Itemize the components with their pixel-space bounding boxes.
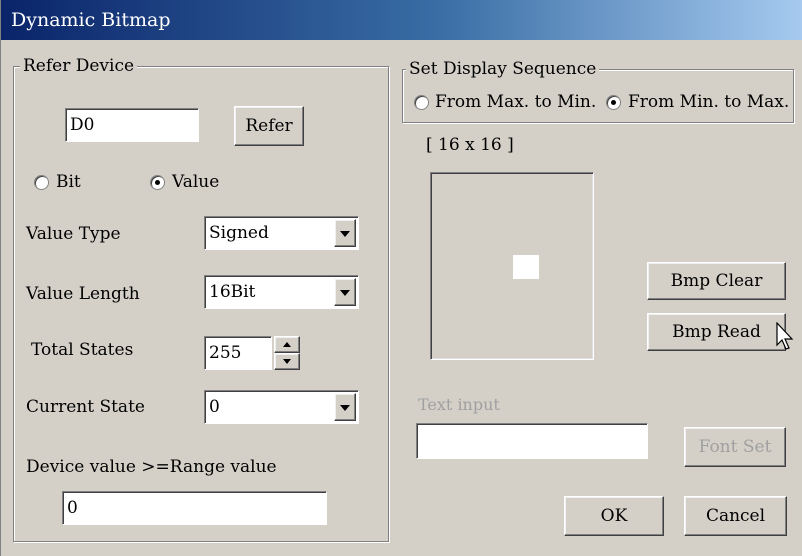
refer-button[interactable]: Refer <box>234 106 304 146</box>
current-state-select[interactable]: 0 <box>204 390 359 424</box>
value-radio-selected-dot <box>155 180 160 185</box>
bmp-clear-label: Bmp Clear <box>670 271 763 291</box>
chevron-down-icon <box>340 405 350 411</box>
text-input-label: Text input <box>418 395 500 414</box>
cancel-button[interactable]: Cancel <box>684 496 787 536</box>
value-type-label: Value Type <box>26 224 121 244</box>
bmp-clear-button[interactable]: Bmp Clear <box>647 262 786 300</box>
bit-radio-label: Bit <box>56 172 81 192</box>
mouse-cursor-icon <box>776 322 794 350</box>
value-length-select[interactable]: 16Bit <box>204 275 359 309</box>
bit-radio[interactable] <box>34 175 49 190</box>
current-state-label: Current State <box>26 397 145 417</box>
bmp-read-label: Bmp Read <box>672 322 761 342</box>
value-type-dropdown-button[interactable] <box>334 219 356 247</box>
window-title: Dynamic Bitmap <box>11 9 171 31</box>
value-radio[interactable] <box>150 175 165 190</box>
arrow-up-icon <box>283 342 291 347</box>
arrow-down-icon <box>283 359 291 364</box>
value-type-selected: Signed <box>209 223 269 243</box>
dynamic-bitmap-dialog: Dynamic Bitmap Refer Device D0 Refer Bit… <box>0 0 802 556</box>
title-bar[interactable]: Dynamic Bitmap <box>1 0 802 40</box>
range-value-text: 0 <box>67 498 78 518</box>
ok-label: OK <box>600 506 628 526</box>
total-states-label: Total States <box>31 340 134 360</box>
bitmap-preview[interactable] <box>430 172 594 360</box>
min-to-max-label: From Min. to Max. <box>628 92 790 112</box>
value-length-label: Value Length <box>26 284 140 304</box>
device-input[interactable]: D0 <box>65 108 199 142</box>
bitmap-size-label: [ 16 x 16 ] <box>426 135 514 155</box>
total-states-value: 255 <box>209 343 242 363</box>
current-state-dropdown-button[interactable] <box>334 393 356 421</box>
min-to-max-radio[interactable] <box>606 95 621 110</box>
max-to-min-radio[interactable] <box>414 95 429 110</box>
total-states-spin-up[interactable] <box>274 336 300 353</box>
value-length-dropdown-button[interactable] <box>334 278 356 306</box>
current-state-selected: 0 <box>209 397 220 417</box>
font-set-label: Font Set <box>698 437 772 457</box>
max-to-min-label: From Max. to Min. <box>435 92 597 112</box>
device-input-value: D0 <box>70 115 95 135</box>
range-value-label: Device value >=Range value <box>26 457 277 477</box>
value-length-selected: 16Bit <box>209 282 256 302</box>
ok-button[interactable]: OK <box>564 496 664 536</box>
total-states-spin-down[interactable] <box>274 353 300 370</box>
refer-device-group-label: Refer Device <box>20 56 138 76</box>
text-input-field[interactable] <box>416 423 648 459</box>
value-type-select[interactable]: Signed <box>204 216 359 250</box>
display-sequence-group-label: Set Display Sequence <box>406 59 600 79</box>
bmp-read-button[interactable]: Bmp Read <box>647 313 786 351</box>
value-radio-label: Value <box>172 172 220 192</box>
bitmap-pixel <box>513 255 539 279</box>
range-value-input[interactable]: 0 <box>62 491 327 525</box>
chevron-down-icon <box>340 290 350 296</box>
cancel-label: Cancel <box>705 506 766 526</box>
chevron-down-icon <box>340 231 350 237</box>
total-states-input[interactable]: 255 <box>204 336 272 370</box>
refer-button-label: Refer <box>245 116 293 136</box>
min-to-max-radio-selected-dot <box>611 100 616 105</box>
font-set-button[interactable]: Font Set <box>684 427 786 467</box>
